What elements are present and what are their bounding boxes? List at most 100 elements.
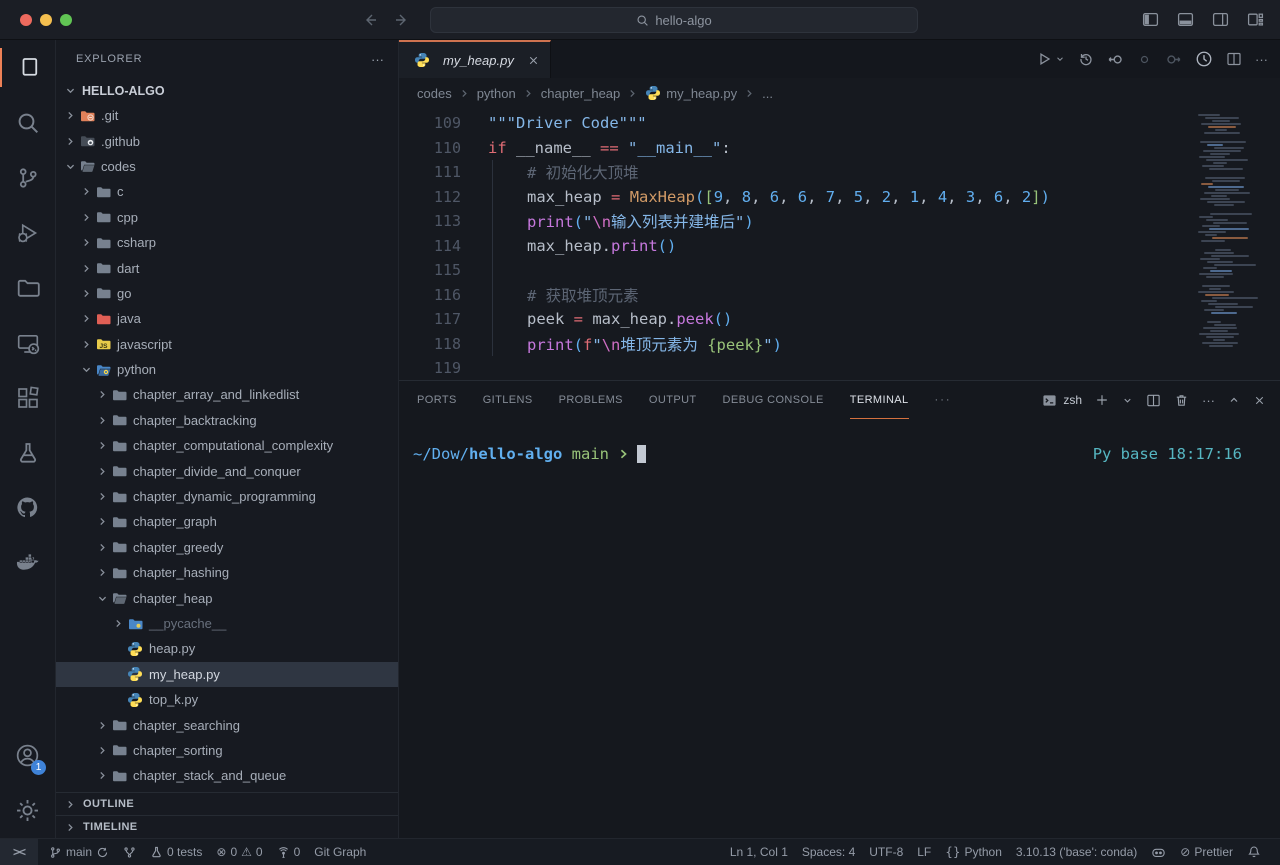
chevron-right-icon[interactable] xyxy=(94,491,110,502)
breadcrumb-item-chapter-heap[interactable]: chapter_heap xyxy=(541,86,621,101)
tree-item-pycache[interactable]: __pycache__ xyxy=(56,611,398,636)
section-timeline[interactable]: TIMELINE xyxy=(56,815,398,838)
activity-item-project-manager[interactable] xyxy=(0,260,55,315)
tree-item-chapter-hashing[interactable]: chapter_hashing xyxy=(56,560,398,585)
new-terminal-icon[interactable] xyxy=(1095,393,1109,407)
panel-tab-problems[interactable]: PROBLEMS xyxy=(559,381,623,419)
code-editor[interactable]: 109"""Driver Code"""110if __name__ == "_… xyxy=(399,108,1280,380)
tree-item-chapter-graph[interactable]: chapter_graph xyxy=(56,509,398,534)
chevron-down-icon[interactable] xyxy=(62,161,78,172)
chevron-right-icon[interactable] xyxy=(78,263,94,274)
status-ports[interactable]: 0 xyxy=(270,839,308,865)
tree-item-chapter-array-and-linkedlist[interactable]: chapter_array_and_linkedlist xyxy=(56,382,398,407)
chevron-right-icon[interactable] xyxy=(110,618,126,629)
activity-item-run-debug[interactable] xyxy=(0,205,55,260)
status-python-interpreter[interactable]: 3.10.13 ('base': conda) xyxy=(1009,839,1144,865)
tree-item-github[interactable]: .github xyxy=(56,128,398,153)
status-notifications[interactable] xyxy=(1240,839,1268,865)
tree-item-my-heap-py[interactable]: my_heap.py xyxy=(56,662,398,687)
activity-item-explorer[interactable] xyxy=(0,40,55,95)
command-center-search[interactable]: hello-algo xyxy=(430,7,918,33)
chevron-right-icon[interactable] xyxy=(94,542,110,553)
section-outline[interactable]: OUTLINE xyxy=(56,792,398,815)
nav-back-icon[interactable] xyxy=(362,12,378,28)
tree-item-codes[interactable]: codes xyxy=(56,154,398,179)
remote-indicator[interactable]: >< xyxy=(0,839,38,865)
tree-item-java[interactable]: java xyxy=(56,306,398,331)
panel-tab-terminal[interactable]: TERMINAL xyxy=(850,381,909,419)
tree-item-dart[interactable]: dart xyxy=(56,255,398,280)
tree-item-go[interactable]: go xyxy=(56,281,398,306)
panel-tab-debug-console[interactable]: DEBUG CONSOLE xyxy=(723,381,824,419)
chevron-right-icon[interactable] xyxy=(78,237,94,248)
chevron-right-icon[interactable] xyxy=(94,770,110,781)
toggle-panel-icon[interactable] xyxy=(1175,9,1196,30)
split-terminal-icon[interactable] xyxy=(1146,393,1161,408)
toggle-secondary-sidebar-icon[interactable] xyxy=(1210,9,1231,30)
status-tests[interactable]: 0 tests xyxy=(143,839,209,865)
close-panel-icon[interactable] xyxy=(1253,394,1266,407)
tree-item-heap-py[interactable]: heap.py xyxy=(56,636,398,661)
tab-my-heap[interactable]: my_heap.py xyxy=(399,40,551,78)
activity-item-search[interactable] xyxy=(0,95,55,150)
chevron-right-icon[interactable] xyxy=(94,415,110,426)
panel-tab-output[interactable]: OUTPUT xyxy=(649,381,697,419)
explorer-more-actions-icon[interactable]: ··· xyxy=(371,52,384,67)
activity-item-testing[interactable] xyxy=(0,425,55,480)
chevron-right-icon[interactable] xyxy=(78,313,94,324)
tree-item-chapter-searching[interactable]: chapter_searching xyxy=(56,712,398,737)
tree-item-chapter-stack-and-queue[interactable]: chapter_stack_and_queue xyxy=(56,763,398,788)
maximize-panel-icon[interactable] xyxy=(1228,394,1240,406)
status-git-graph-icon[interactable] xyxy=(116,839,143,865)
tree-item-chapter-greedy[interactable]: chapter_greedy xyxy=(56,535,398,560)
activity-item-accounts[interactable]: 1 xyxy=(0,728,55,783)
chevron-right-icon[interactable] xyxy=(94,516,110,527)
nav-forward-icon[interactable] xyxy=(394,12,410,28)
status-indentation[interactable]: Spaces: 4 xyxy=(795,839,862,865)
breadcrumb-item-python[interactable]: python xyxy=(477,86,516,101)
chevron-right-icon[interactable] xyxy=(78,212,94,223)
activity-item-github[interactable] xyxy=(0,480,55,535)
chevron-right-icon[interactable] xyxy=(94,745,110,756)
chevron-right-icon[interactable] xyxy=(78,288,94,299)
status-problems[interactable]: ⊗0⚠0 xyxy=(209,839,269,865)
split-editor-icon[interactable] xyxy=(1226,51,1242,67)
tree-item-top-k-py[interactable]: top_k.py xyxy=(56,687,398,712)
minimap[interactable] xyxy=(1198,114,1274,348)
status-language-mode[interactable]: {}Python xyxy=(938,839,1009,865)
activity-item-source-control[interactable] xyxy=(0,150,55,205)
tree-item-chapter-backtracking[interactable]: chapter_backtracking xyxy=(56,408,398,433)
status-prettier[interactable]: ⊘Prettier xyxy=(1173,839,1240,865)
customize-layout-icon[interactable] xyxy=(1245,9,1266,30)
tab-close-icon[interactable] xyxy=(527,54,540,67)
chevron-right-icon[interactable] xyxy=(94,466,110,477)
tree-item-chapter-divide-and-conquer[interactable]: chapter_divide_and_conquer xyxy=(56,458,398,483)
activity-item-docker[interactable] xyxy=(0,535,55,590)
toggle-primary-sidebar-icon[interactable] xyxy=(1140,9,1161,30)
breadcrumb-item-my-heap-py[interactable]: my_heap.py xyxy=(645,85,737,101)
activity-item-settings[interactable] xyxy=(0,783,55,838)
panel-overflow-icon[interactable]: ··· xyxy=(935,381,952,419)
tree-item-chapter-dynamic-programming[interactable]: chapter_dynamic_programming xyxy=(56,484,398,509)
tree-item-chapter-computational-complexity[interactable]: chapter_computational_complexity xyxy=(56,433,398,458)
project-root-row[interactable]: HELLO-ALGO xyxy=(56,78,398,103)
zoom-window-button[interactable] xyxy=(60,14,72,26)
status-copilot[interactable] xyxy=(1144,839,1173,865)
tree-item-python[interactable]: python xyxy=(56,357,398,382)
nav-circle-icon[interactable] xyxy=(1137,52,1152,67)
panel-more-actions-icon[interactable]: ··· xyxy=(1202,393,1215,408)
breadcrumb-item-[interactable]: ... xyxy=(762,86,773,101)
status-cursor-position[interactable]: Ln 1, Col 1 xyxy=(723,839,795,865)
chevron-right-icon[interactable] xyxy=(94,567,110,578)
chevron-right-icon[interactable] xyxy=(94,389,110,400)
gitlens-back-icon[interactable] xyxy=(1107,51,1124,68)
tree-item-git[interactable]: .git xyxy=(56,103,398,128)
terminal-dropdown-icon[interactable] xyxy=(1122,395,1133,406)
chevron-right-icon[interactable] xyxy=(94,720,110,731)
breadcrumb-item-codes[interactable]: codes xyxy=(417,86,452,101)
gitlens-forward-icon[interactable] xyxy=(1165,51,1182,68)
timeline-history-icon[interactable] xyxy=(1078,51,1094,67)
chevron-down-icon[interactable] xyxy=(94,593,110,604)
chevron-right-icon[interactable] xyxy=(78,186,94,197)
tree-item-chapter-sorting[interactable]: chapter_sorting xyxy=(56,738,398,763)
